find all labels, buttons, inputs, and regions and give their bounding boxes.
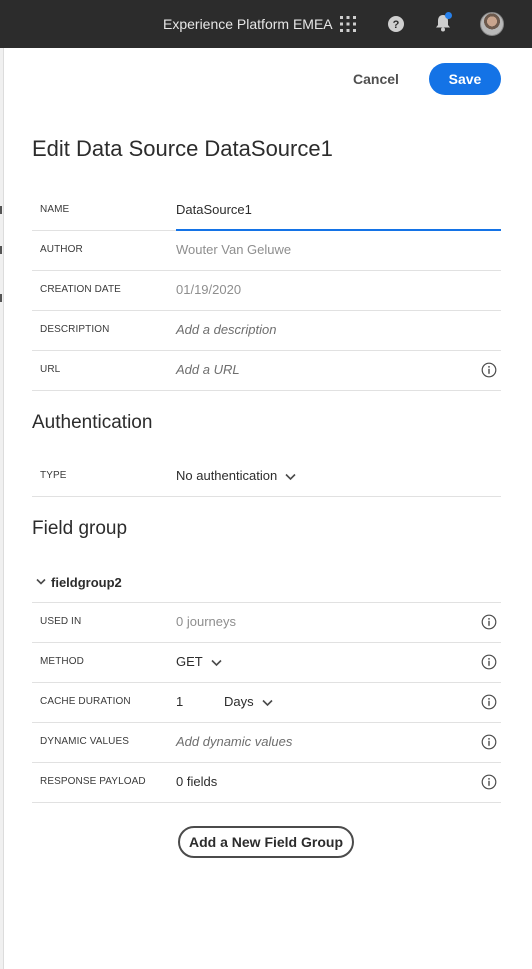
cache-unit-value: Days — [224, 694, 254, 709]
save-button[interactable]: Save — [429, 63, 501, 95]
authentication-heading: Authentication — [32, 412, 153, 433]
dynamic-values-label: DYNAMIC VALUES — [40, 736, 130, 747]
chevron-down-icon — [36, 578, 46, 585]
response-payload-row: RESPONSE PAYLOAD 0 fields — [32, 762, 501, 803]
fieldgroup-name: fieldgroup2 — [51, 575, 122, 590]
method-label: METHOD — [40, 656, 84, 667]
chevron-down-icon — [211, 659, 222, 666]
used-in-value: 0 journeys — [176, 614, 236, 629]
method-dropdown[interactable]: GET — [176, 654, 222, 669]
info-icon[interactable] — [481, 654, 497, 670]
response-payload-link[interactable]: 0 fields — [176, 774, 217, 789]
creation-date-value: 01/19/2020 — [176, 282, 242, 297]
used-in-row: USED IN 0 journeys — [32, 602, 501, 643]
avatar[interactable] — [480, 12, 504, 36]
description-label: DESCRIPTION — [40, 324, 110, 335]
name-row: NAME DataSource1 — [32, 190, 501, 231]
url-row: URL Add a URL — [32, 350, 501, 391]
author-value: Wouter Van Geluwe — [176, 242, 292, 257]
chevron-down-icon — [285, 473, 296, 480]
auth-type-value: No authentication — [176, 468, 278, 483]
url-label: URL — [40, 364, 61, 375]
info-icon[interactable] — [481, 774, 497, 790]
cache-duration-input[interactable]: 1 — [176, 694, 183, 709]
method-value: GET — [176, 654, 203, 669]
org-switcher[interactable]: Experience Platform EMEA — [163, 16, 333, 32]
add-field-group-button[interactable]: Add a New Field Group — [178, 826, 354, 858]
background-marker — [0, 246, 2, 254]
top-bar: Experience Platform EMEA ? — [0, 0, 532, 48]
cache-duration-row: CACHE DURATION 1 Days — [32, 682, 501, 723]
auth-type-dropdown[interactable]: No authentication — [176, 468, 296, 483]
url-field[interactable]: Add a URL — [176, 362, 240, 377]
chevron-down-icon — [262, 699, 273, 706]
author-row: AUTHOR Wouter Van Geluwe — [32, 230, 501, 271]
info-icon[interactable] — [481, 694, 497, 710]
background-marker — [0, 294, 2, 302]
dynamic-values-field[interactable]: Add dynamic values — [176, 734, 292, 749]
info-icon[interactable] — [481, 362, 497, 378]
used-in-label: USED IN — [40, 616, 82, 627]
field-group-heading: Field group — [32, 518, 128, 539]
description-field[interactable]: Add a description — [176, 322, 276, 337]
cache-unit-dropdown[interactable]: Days — [224, 694, 273, 709]
notification-badge — [445, 12, 452, 19]
dynamic-values-row: DYNAMIC VALUES Add dynamic values — [32, 722, 501, 763]
page-title: Edit Data Source DataSource1 — [32, 136, 333, 161]
cache-duration-label: CACHE DURATION — [40, 696, 131, 707]
creation-date-row: CREATION DATE 01/19/2020 — [32, 270, 501, 311]
info-icon[interactable] — [481, 734, 497, 750]
name-label: NAME — [40, 204, 70, 215]
background-panel-edge — [0, 48, 4, 969]
apps-grid-icon[interactable] — [339, 15, 357, 33]
creation-date-label: CREATION DATE — [40, 284, 121, 295]
cancel-button[interactable]: Cancel — [344, 64, 408, 94]
name-field[interactable]: DataSource1 — [176, 202, 252, 217]
description-row: DESCRIPTION Add a description — [32, 310, 501, 351]
fieldgroup-toggle[interactable]: fieldgroup2 — [32, 566, 501, 603]
response-payload-label: RESPONSE PAYLOAD — [40, 776, 146, 787]
info-icon[interactable] — [481, 614, 497, 630]
auth-type-row: TYPE No authentication — [32, 456, 501, 497]
background-marker — [0, 206, 2, 214]
svg-text:?: ? — [393, 19, 400, 31]
auth-type-label: TYPE — [40, 470, 67, 481]
help-icon[interactable]: ? — [388, 16, 404, 32]
author-label: AUTHOR — [40, 244, 83, 255]
method-row: METHOD GET — [32, 642, 501, 683]
